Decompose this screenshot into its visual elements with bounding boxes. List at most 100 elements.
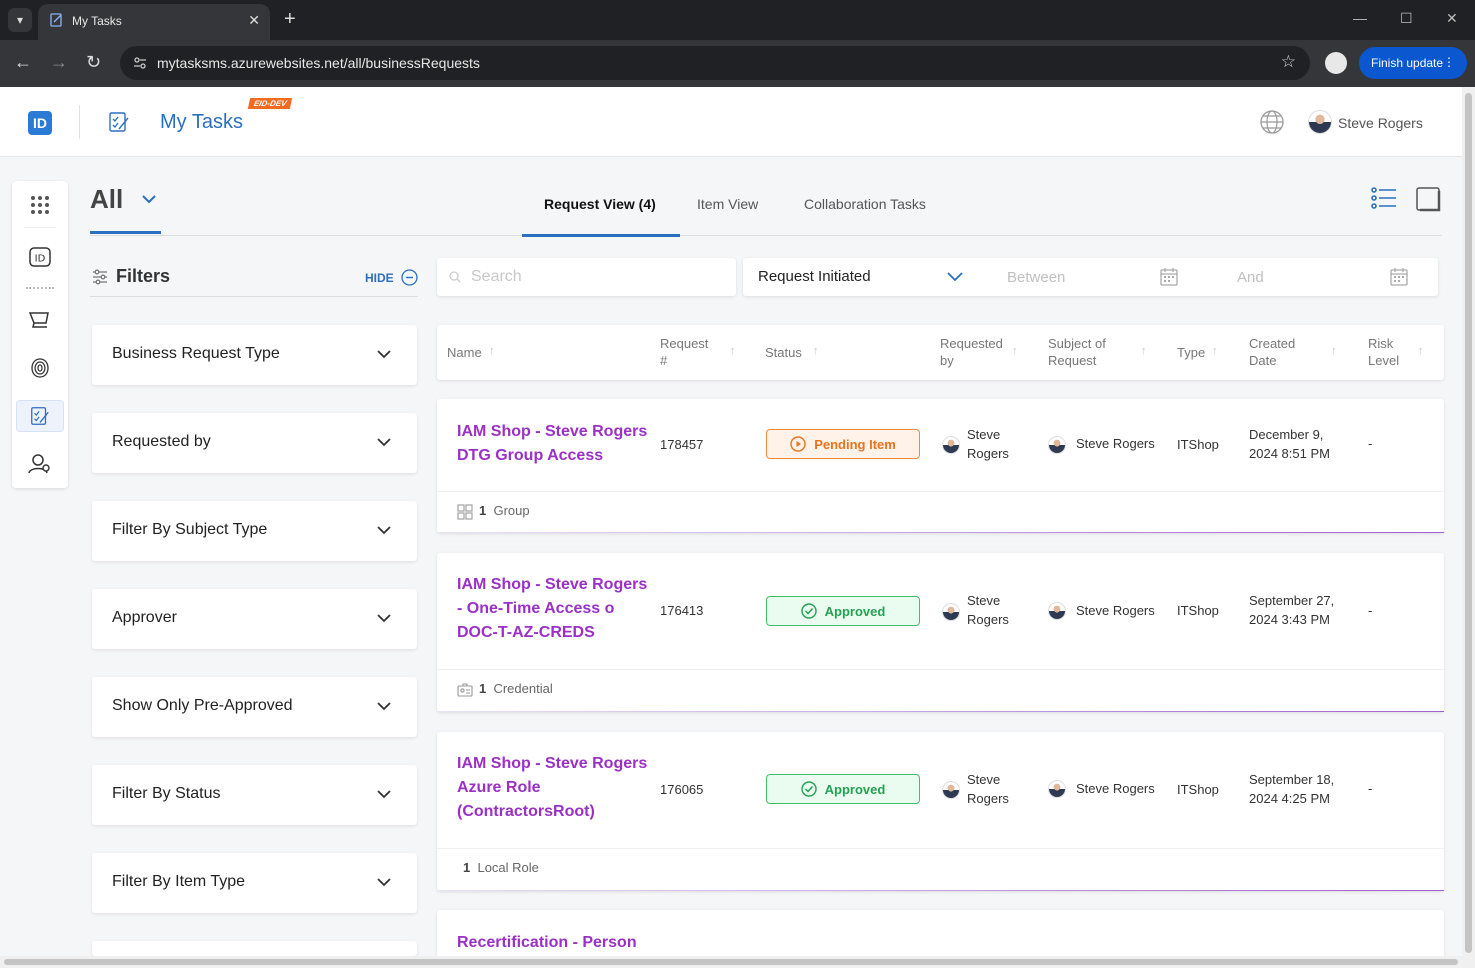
user-settings-icon[interactable] xyxy=(16,448,64,480)
filter-subject-type[interactable]: Filter By Subject Type xyxy=(92,501,417,561)
user-avatar[interactable] xyxy=(1308,110,1332,134)
between-date-input[interactable]: Between xyxy=(1007,269,1065,286)
horizontal-scroll-thumb[interactable] xyxy=(4,959,1458,965)
url-text: mytasksms.azurewebsites.net/all/business… xyxy=(157,55,480,71)
filter-status[interactable]: Filter By Status xyxy=(92,765,417,825)
browser-tab[interactable]: My Tasks ✕ xyxy=(38,4,270,40)
vertical-scroll-thumb[interactable] xyxy=(1465,93,1472,953)
column-header-requested-by[interactable]: Requested by xyxy=(940,335,1003,369)
card-view-icon[interactable] xyxy=(1415,186,1441,212)
sort-arrow-icon[interactable]: ↑ xyxy=(1212,345,1218,357)
fingerprint-icon[interactable] xyxy=(16,352,64,384)
id-logo-icon[interactable]: ID xyxy=(28,111,52,135)
tab-search-button[interactable]: ▾ xyxy=(8,8,32,32)
group-icon xyxy=(457,504,473,520)
vertical-scrollbar[interactable] xyxy=(1462,87,1475,968)
requester-avatar xyxy=(942,603,960,621)
calendar-icon[interactable] xyxy=(1159,267,1179,287)
filter-item-type[interactable]: Filter By Item Type xyxy=(92,853,417,913)
column-header-status[interactable]: Status xyxy=(765,344,802,361)
finish-update-button[interactable]: Finish update ⋮ xyxy=(1359,47,1467,79)
table-row[interactable]: Recertification - Person xyxy=(437,910,1444,956)
scope-selector[interactable]: All xyxy=(90,184,123,215)
subject-avatar xyxy=(1048,436,1066,454)
hide-filters-button[interactable]: HIDE xyxy=(365,271,394,285)
tab-item-view[interactable]: Item View xyxy=(697,196,758,212)
filter-label: Requested by xyxy=(112,433,211,450)
minimize-icon[interactable]: — xyxy=(1353,10,1367,26)
site-settings-icon[interactable] xyxy=(132,55,148,71)
sort-arrow-icon[interactable]: ↑ xyxy=(730,345,736,357)
user-name[interactable]: Steve Rogers xyxy=(1338,115,1423,131)
app-launcher-icon[interactable] xyxy=(16,189,64,221)
request-name-link[interactable]: IAM Shop - Steve Rogers DTG Group Access xyxy=(457,420,657,468)
request-name-link[interactable]: IAM Shop - Steve Rogers - One-Time Acces… xyxy=(457,573,657,645)
tab-request-view[interactable]: Request View (4) xyxy=(544,196,656,212)
tasks-favicon-icon xyxy=(50,13,62,27)
rail-id-icon[interactable]: ID xyxy=(16,241,64,273)
maximize-icon[interactable]: ☐ xyxy=(1400,10,1413,27)
bookmark-star-icon[interactable]: ☆ xyxy=(1281,52,1296,72)
request-type: ITShop xyxy=(1177,603,1219,618)
row-divider xyxy=(437,491,1444,492)
scope-chevron-down-icon[interactable] xyxy=(140,192,158,206)
calendar-icon[interactable] xyxy=(1389,267,1409,287)
sort-arrow-icon[interactable]: ↑ xyxy=(1012,345,1018,357)
request-name-link[interactable]: IAM Shop - Steve Rogers Azure Role (Cont… xyxy=(457,752,657,824)
request-type: ITShop xyxy=(1177,782,1219,797)
request-number: 178457 xyxy=(660,437,704,452)
new-tab-icon[interactable]: + xyxy=(284,8,296,30)
rail-my-tasks-icon[interactable] xyxy=(16,400,64,432)
window-close-icon[interactable]: ✕ xyxy=(1446,10,1458,27)
reload-icon[interactable]: ↻ xyxy=(86,52,101,72)
risk-level: - xyxy=(1368,436,1373,451)
language-globe-icon[interactable] xyxy=(1259,109,1285,135)
column-header-type[interactable]: Type xyxy=(1177,344,1205,361)
forward-icon[interactable]: → xyxy=(50,52,68,72)
column-header-request-no[interactable]: Request # xyxy=(660,335,708,369)
sort-arrow-icon[interactable]: ↑ xyxy=(813,345,819,357)
item-count-summary: 1 Credential xyxy=(457,681,553,697)
status-label: Pending Item xyxy=(814,436,896,452)
request-name-link[interactable]: Recertification - Person xyxy=(457,931,757,955)
shop-cart-icon[interactable] xyxy=(16,304,64,336)
filter-business-request-type[interactable]: Business Request Type xyxy=(92,325,417,385)
list-view-icon[interactable] xyxy=(1371,187,1397,209)
column-header-created-date[interactable]: Created Date xyxy=(1249,335,1295,369)
my-tasks-icon xyxy=(109,112,129,132)
sort-arrow-icon[interactable]: ↑ xyxy=(1418,345,1424,357)
search-input[interactable] xyxy=(471,266,726,288)
column-header-risk-level[interactable]: Risk Level xyxy=(1368,335,1399,369)
profile-icon[interactable] xyxy=(1325,52,1347,74)
chevron-down-icon[interactable] xyxy=(946,270,964,282)
row-divider xyxy=(437,669,1444,670)
filter-pre-approved[interactable]: Show Only Pre-Approved xyxy=(92,677,417,737)
tabs-divider xyxy=(90,235,1442,236)
sort-arrow-icon[interactable]: ↑ xyxy=(1331,345,1337,357)
horizontal-scrollbar[interactable] xyxy=(0,956,1462,968)
table-row[interactable]: IAM Shop - Steve Rogers - One-Time Acces… xyxy=(437,553,1444,712)
chevron-down-icon xyxy=(377,702,391,711)
status-label: Approved xyxy=(824,603,886,619)
chevron-down-icon xyxy=(377,878,391,887)
column-header-subject[interactable]: Subject of Request xyxy=(1048,335,1106,369)
date-type-select[interactable]: Request Initiated xyxy=(758,268,871,285)
address-bar[interactable]: mytasksms.azurewebsites.net/all/business… xyxy=(120,46,1310,80)
table-row[interactable]: IAM Shop - Steve Rogers DTG Group Access… xyxy=(437,399,1444,533)
row-accent-line xyxy=(437,890,1444,891)
sort-arrow-icon[interactable]: ↑ xyxy=(489,345,495,357)
tab-close-icon[interactable]: ✕ xyxy=(248,12,260,29)
chevron-down-icon xyxy=(377,614,391,623)
app-title: My Tasks xyxy=(160,111,243,133)
filter-approver[interactable]: Approver xyxy=(92,589,417,649)
filter-next-partial[interactable] xyxy=(92,941,417,956)
back-icon[interactable]: ← xyxy=(14,52,32,72)
column-header-name[interactable]: Name xyxy=(447,344,482,361)
and-date-input[interactable]: And xyxy=(1237,269,1264,286)
collapse-minus-icon[interactable] xyxy=(401,269,418,286)
filter-requested-by[interactable]: Requested by xyxy=(92,413,417,473)
table-row[interactable]: IAM Shop - Steve Rogers Azure Role (Cont… xyxy=(437,732,1444,891)
tab-collaboration-tasks[interactable]: Collaboration Tasks xyxy=(804,196,926,212)
row-divider xyxy=(437,848,1444,849)
sort-arrow-icon[interactable]: ↑ xyxy=(1141,345,1147,357)
